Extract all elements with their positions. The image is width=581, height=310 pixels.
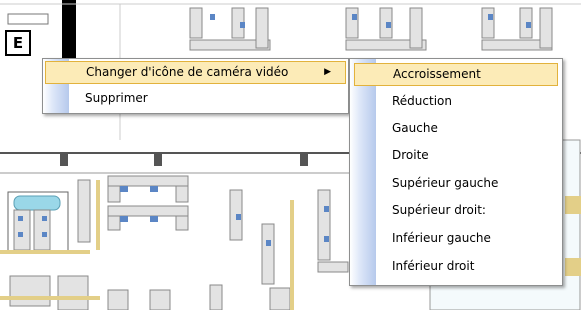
menu-item-change-camera-icon[interactable]: Changer d'icône de caméra vidéo ▶ (45, 61, 346, 84)
submenu-item-gauche[interactable]: Gauche (354, 117, 558, 140)
submenu-item-accroissement[interactable]: Accroissement (354, 63, 558, 86)
desk-cluster-bottom (7, 175, 349, 310)
submenu-item-reduction[interactable]: Réduction (354, 90, 558, 113)
submenu-item-label: Inférieur droit (392, 259, 475, 273)
context-menu: Changer d'icône de caméra vidéo ▶ Suppri… (42, 58, 349, 114)
submenu-item-label: Supérieur droit: (392, 203, 486, 217)
menu-item-label: Changer d'icône de caméra vidéo (86, 65, 289, 79)
submenu-item-label: Inférieur gauche (392, 231, 491, 245)
room-label: E (5, 30, 31, 56)
wall-black (62, 0, 76, 60)
submenu-item-droite[interactable]: Droite (354, 144, 558, 167)
submenu-item-superieur-droit[interactable]: Supérieur droit: (354, 199, 558, 222)
submenu-item-inferieur-droit[interactable]: Inférieur droit (354, 255, 558, 278)
submenu-arrow-icon: ▶ (324, 67, 331, 77)
submenu-item-label: Gauche (392, 121, 438, 135)
submenu-item-superieur-gauche[interactable]: Supérieur gauche (354, 172, 558, 195)
submenu-item-label: Droite (392, 148, 429, 162)
submenu-camera-icon: Accroissement Réduction Gauche Droite Su… (349, 58, 563, 286)
submenu-item-label: Accroissement (393, 67, 481, 81)
menu-item-delete[interactable]: Supprimer (45, 87, 346, 110)
submenu-item-inferieur-gauche[interactable]: Inférieur gauche (354, 227, 558, 250)
submenu-item-label: Réduction (392, 94, 452, 108)
submenu-item-label: Supérieur gauche (392, 176, 499, 190)
menu-item-label: Supprimer (85, 91, 148, 105)
